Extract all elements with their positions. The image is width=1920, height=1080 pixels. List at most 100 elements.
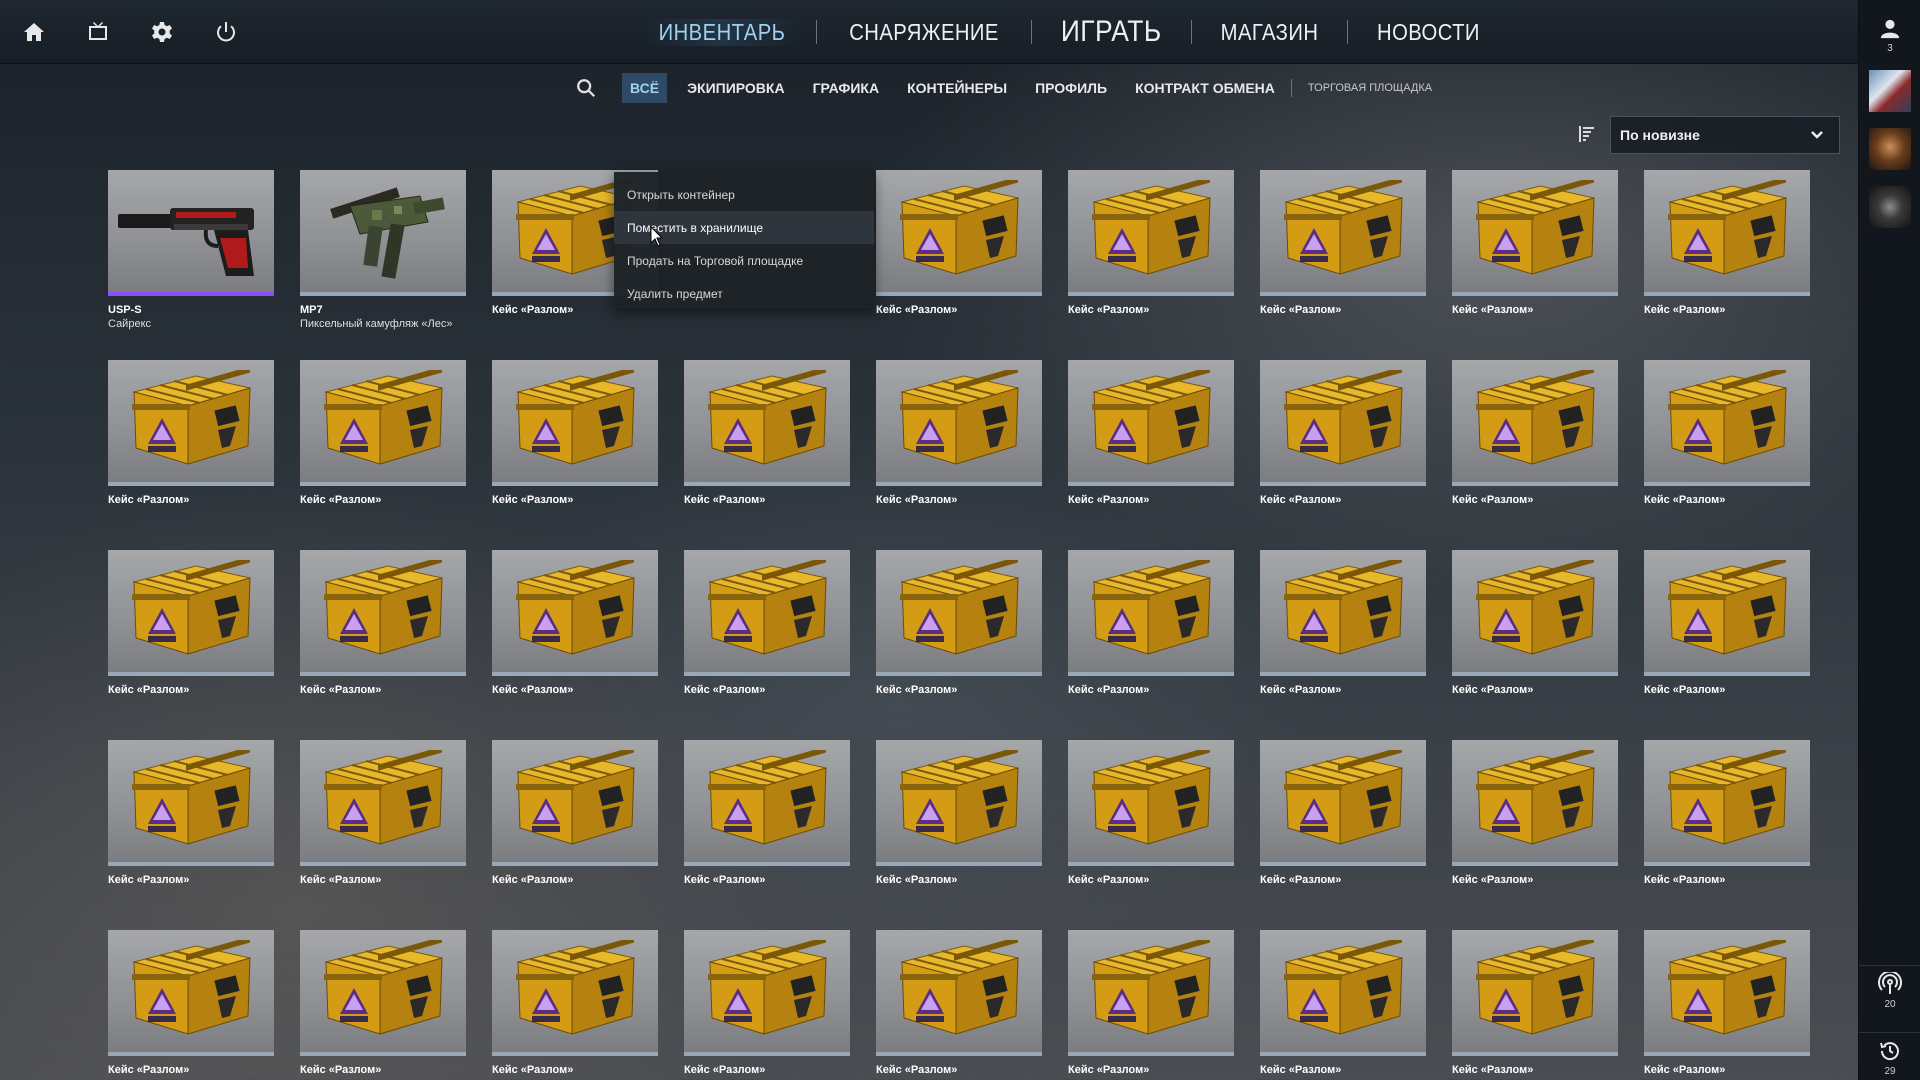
case-icon — [1452, 930, 1618, 1056]
inventory-item[interactable]: Кейс «Разлом» — [876, 550, 1042, 740]
top-icons — [18, 16, 242, 48]
inventory-item[interactable]: Кейс «Разлом» — [876, 170, 1042, 360]
case-icon — [1068, 360, 1234, 486]
inventory-item[interactable]: Кейс «Разлом» — [300, 930, 466, 1080]
power-icon[interactable] — [210, 16, 242, 48]
gear-icon[interactable] — [146, 16, 178, 48]
case-icon — [492, 930, 658, 1056]
item-name: USP-S — [108, 304, 142, 316]
nav-play[interactable]: ИГРАТЬ — [1042, 15, 1181, 49]
inventory-item[interactable]: Кейс «Разлом» — [108, 550, 274, 740]
history-button[interactable]: 29 — [1859, 1032, 1920, 1077]
tab-all[interactable]: ВСЁ — [622, 73, 668, 103]
antenna-button[interactable]: 20 — [1859, 965, 1920, 1010]
inventory-item[interactable]: Кейс «Разлом» — [684, 360, 850, 550]
tab-containers[interactable]: КОНТЕЙНЕРЫ — [899, 73, 1015, 103]
inventory-item[interactable]: Кейс «Разлом» — [876, 360, 1042, 550]
case-icon — [684, 930, 850, 1056]
nav-loadout[interactable]: СНАРЯЖЕНИЕ — [830, 19, 1018, 46]
home-icon[interactable] — [18, 16, 50, 48]
inventory-item[interactable]: Кейс «Разлом» — [1644, 550, 1810, 740]
case-icon — [876, 360, 1042, 486]
inventory-item[interactable]: Кейс «Разлом» — [1260, 360, 1426, 550]
inventory-item[interactable]: Кейс «Разлом» — [1068, 170, 1234, 360]
search-icon[interactable] — [566, 72, 606, 104]
nav-store[interactable]: МАГАЗИН — [1201, 19, 1337, 46]
inventory-item[interactable]: Кейс «Разлом» — [300, 740, 466, 930]
inventory-item[interactable]: Кейс «Разлом» — [876, 930, 1042, 1080]
inventory-item[interactable]: Кейс «Разлом» — [1644, 740, 1810, 930]
friends-button[interactable]: 3 — [1874, 18, 1906, 60]
friend-avatar[interactable] — [1869, 186, 1911, 228]
antenna-count: 20 — [1884, 999, 1896, 1010]
inventory-item[interactable]: USP-S Сайрекс — [108, 170, 274, 360]
friend-avatar[interactable] — [1869, 128, 1911, 170]
inventory-item[interactable]: Кейс «Разлом» — [300, 360, 466, 550]
case-icon — [1644, 740, 1810, 866]
inventory-item[interactable]: Кейс «Разлом» — [492, 360, 658, 550]
inventory-item[interactable]: Кейс «Разлом» — [1452, 740, 1618, 930]
nav-news[interactable]: НОВОСТИ — [1357, 19, 1499, 46]
friend-avatar[interactable] — [1869, 70, 1911, 112]
case-icon — [492, 740, 658, 866]
case-icon — [1260, 740, 1426, 866]
inventory-item[interactable]: Кейс «Разлом» — [1068, 930, 1234, 1080]
inventory-item[interactable]: Кейс «Разлом» — [108, 740, 274, 930]
case-icon — [1260, 360, 1426, 486]
item-name: Кейс «Разлом» — [876, 304, 958, 316]
pistol-icon — [108, 170, 274, 296]
case-icon — [876, 170, 1042, 296]
inventory-item[interactable]: Кейс «Разлом» — [1644, 930, 1810, 1080]
nav-divider — [1190, 20, 1192, 44]
inventory-item[interactable]: Кейс «Разлом» — [1452, 170, 1618, 360]
tab-marketplace[interactable]: ТОРГОВАЯ ПЛОЩАДКА — [1300, 75, 1440, 101]
inventory-item[interactable]: Кейс «Разлом» — [684, 740, 850, 930]
nav-inventory[interactable]: ИНВЕНТАРЬ — [639, 18, 805, 46]
inventory-item[interactable]: Кейс «Разлом» — [1260, 740, 1426, 930]
inventory-item[interactable]: Кейс «Разлом» — [1068, 360, 1234, 550]
menu-delete-item[interactable]: Удалить предмет — [614, 277, 874, 310]
history-count: 29 — [1884, 1066, 1896, 1077]
case-icon — [876, 930, 1042, 1056]
case-icon — [108, 360, 274, 486]
inventory-item[interactable]: Кейс «Разлом» — [1068, 550, 1234, 740]
smg-icon — [300, 170, 466, 296]
inventory-item[interactable]: Кейс «Разлом» — [1260, 930, 1426, 1080]
inventory-item[interactable]: Кейс «Разлом» — [684, 930, 850, 1080]
inventory-item[interactable]: Кейс «Разлом» — [300, 550, 466, 740]
case-icon — [1260, 930, 1426, 1056]
inventory-item[interactable]: Кейс «Разлом» — [1452, 550, 1618, 740]
inventory-item[interactable]: Кейс «Разлом» — [108, 930, 274, 1080]
inventory-item[interactable]: Кейс «Разлом» — [492, 550, 658, 740]
inventory-item[interactable]: Кейс «Разлом» — [1452, 930, 1618, 1080]
inventory-item[interactable]: Кейс «Разлом» — [1068, 740, 1234, 930]
menu-open-container[interactable]: Открыть контейнер — [614, 178, 874, 211]
tab-graphics[interactable]: ГРАФИКА — [805, 73, 887, 103]
item-name: Кейс «Разлом» — [300, 1064, 382, 1076]
case-icon — [1068, 740, 1234, 866]
inventory-item[interactable]: Кейс «Разлом» — [492, 740, 658, 930]
case-icon — [1068, 170, 1234, 296]
inventory-item[interactable]: Кейс «Разлом» — [1452, 360, 1618, 550]
inventory-item[interactable]: Кейс «Разлом» — [876, 740, 1042, 930]
tab-equipment[interactable]: ЭКИПИРОВКА — [679, 73, 793, 103]
inventory-item[interactable]: Кейс «Разлом» — [684, 550, 850, 740]
tab-trade-up[interactable]: КОНТРАКТ ОБМЕНА — [1127, 73, 1283, 103]
inventory-item[interactable]: Кейс «Разлом» — [1260, 170, 1426, 360]
tv-icon[interactable] — [82, 16, 114, 48]
case-icon — [1644, 550, 1810, 676]
top-bar: ИНВЕНТАРЬ СНАРЯЖЕНИЕ ИГРАТЬ МАГАЗИН НОВО… — [0, 0, 1858, 64]
inventory-item[interactable]: MP7 Пиксельный камуфляж «Лес» — [300, 170, 466, 360]
inventory-item[interactable]: Кейс «Разлом» — [1644, 170, 1810, 360]
sort-order-icon[interactable] — [1576, 124, 1596, 144]
inventory-item[interactable]: Кейс «Разлом» — [492, 930, 658, 1080]
inventory-item[interactable]: Кейс «Разлом» — [1260, 550, 1426, 740]
sort-dropdown[interactable]: По новизне — [1610, 116, 1840, 154]
tab-profile[interactable]: ПРОФИЛЬ — [1027, 73, 1115, 103]
case-icon — [108, 550, 274, 676]
inventory-item[interactable]: Кейс «Разлом» — [1644, 360, 1810, 550]
inventory-item[interactable]: Кейс «Разлом» — [108, 360, 274, 550]
menu-sell-on-market[interactable]: Продать на Торговой площадке — [614, 244, 874, 277]
item-name: Кейс «Разлом» — [684, 494, 766, 506]
item-name: Кейс «Разлом» — [1260, 304, 1342, 316]
